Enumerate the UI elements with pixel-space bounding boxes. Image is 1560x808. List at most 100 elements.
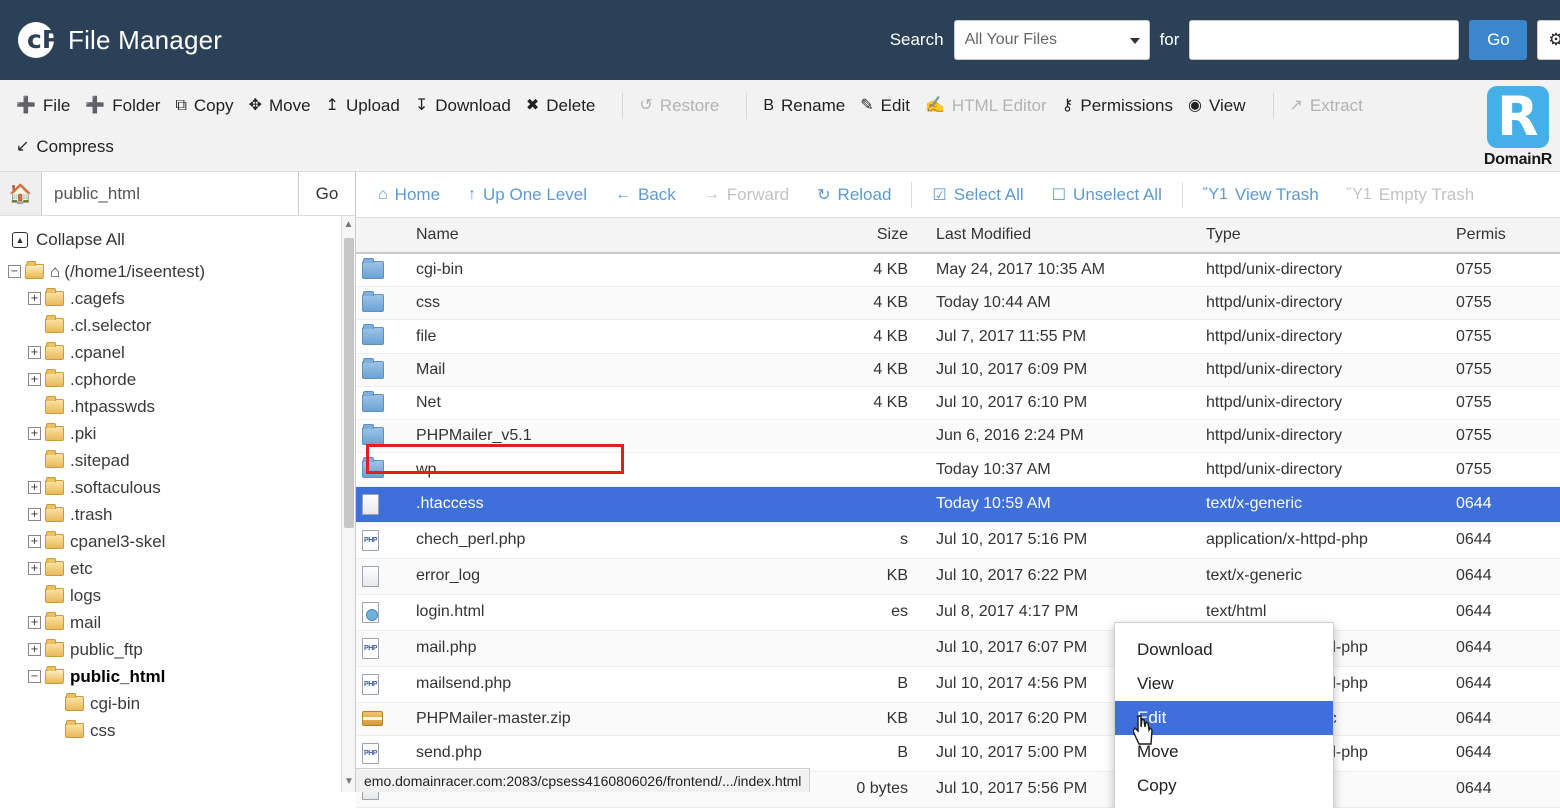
context-menu-item-copy[interactable]: Copy [1115,769,1333,803]
toolbar-button-restore: ↺ Restore [637,90,732,122]
tree-expander-icon[interactable]: + [28,643,41,656]
search-scope-select[interactable]: All Your Files [954,20,1150,60]
table-row[interactable]: Mail 4 KB Jul 10, 2017 6:09 PM httpd/unix-d… [356,353,1560,386]
collapse-all-label: Collapse All [36,230,125,250]
folder-icon [45,399,64,414]
tree-item-.cpanel[interactable]: + .cpanel [8,339,355,366]
table-row[interactable]: wp Today 10:37 AM httpd/unix-directory 0755 [356,453,1560,486]
context-menu-item-view[interactable]: View [1115,667,1333,701]
nav-button-reload[interactable]: ↻ Reload [803,185,905,205]
file-permissions-cell: 0644 [1450,594,1560,630]
table-row[interactable]: mailsend.phpBJul 10, 2017 4:56 PMapplica… [356,666,1560,702]
nav-button-unselect-all[interactable]: ☐ Unselect All [1038,185,1176,205]
tree-item-.trash[interactable]: + .trash [8,501,355,528]
tree-expander-icon[interactable]: + [28,346,41,359]
tree-expander-icon[interactable]: + [28,616,41,629]
tree-item-label: css [90,721,116,741]
nav-button-up-one-level[interactable]: ↑ Up One Level [454,185,601,205]
column-type[interactable]: Type [1200,218,1450,253]
plus-icon: ➕ [16,98,36,114]
table-row[interactable]: send.phpBJul 10, 2017 5:00 PMapplication… [356,735,1560,771]
tree-expander-icon[interactable]: − [28,670,41,683]
settings-button[interactable]: ⚙ S [1537,20,1560,60]
tree-item-.cl.selector[interactable]: .cl.selector [8,312,355,339]
toolbar-button-download[interactable]: ↧ Download [413,90,524,122]
tree-item-label: .sitepad [70,451,130,471]
context-menu-item-download[interactable]: Download [1115,633,1333,667]
tree-item-public_html[interactable]: − public_html [8,663,355,690]
nav-button-view-trash[interactable]: Ὕ1 View Trash [1189,185,1333,205]
tree-expander-icon[interactable]: + [28,481,41,494]
nav-button-back[interactable]: ← Back [601,185,690,205]
collapse-all-button[interactable]: ▲ Collapse All [0,216,355,258]
table-row[interactable]: .htaccess Today 10:59 AM text/x-generic 064… [356,486,1560,522]
table-row[interactable]: mail.phpJul 10, 2017 6:07 PMapplication/… [356,630,1560,666]
tree-item-.cphorde[interactable]: + .cphorde [8,366,355,393]
table-row[interactable]: css 4 KB Today 10:44 AM httpd/unix-director… [356,287,1560,320]
tree-item-.pki[interactable]: + .pki [8,420,355,447]
tree-item-mail[interactable]: + mail [8,609,355,636]
folder-icon [45,318,64,333]
tree-item-.sitepad[interactable]: .sitepad [8,447,355,474]
table-row[interactable]: error_log KB Jul 10, 2017 6:22 PM text/x-ge… [356,558,1560,594]
toolbar-button-compress[interactable]: ↙ Compress [14,131,127,163]
file-name-cell: Mail [410,353,810,386]
copy-icon: ⧉ [175,98,186,114]
table-row[interactable]: login.html es Jul 8, 2017 4:17 PM text/html… [356,594,1560,630]
home-icon[interactable]: 🏠 [0,172,42,215]
php-file-icon [362,674,379,695]
scrollbar-thumb[interactable] [344,238,354,528]
table-row[interactable]: file 4 KB Jul 7, 2017 11:55 PM httpd/unix-d… [356,320,1560,353]
column-permissions[interactable]: Permis [1450,218,1560,253]
tree-item-etc[interactable]: + etc [8,555,355,582]
path-go-button[interactable]: Go [299,172,355,215]
search-input[interactable] [1189,20,1459,60]
tree-item-css[interactable]: css [8,717,355,744]
toolbar-button-folder[interactable]: ➕ Folder [83,90,173,122]
file-permissions-cell: 0644 [1450,486,1560,522]
tree-expander-icon[interactable]: − [8,265,21,278]
toolbar-button-rename[interactable]: ὜B Rename [761,90,858,122]
tree-item-.cagefs[interactable]: + .cagefs [8,285,355,312]
toolbar-button-file[interactable]: ➕ File [14,90,83,122]
tree-expander-icon[interactable]: + [28,535,41,548]
table-row[interactable]: PHPMailer-master.zip KB Jul 10, 2017 6:20 … [356,702,1560,735]
nav-button-select-all[interactable]: ☑ Select All [918,185,1037,205]
column-modified[interactable]: Last Modified [930,218,1200,253]
table-row[interactable]: cgi-bin 4 KB May 24, 2017 10:35 AM httpd/un… [356,253,1560,287]
action-toolbar-row-1: ➕ File ➕ Folder ⧉ Copy ✥ Move ↥ Upload ↧ Download ✖ D… [14,90,1546,122]
tree-item-.htpasswds[interactable]: .htpasswds [8,393,355,420]
toolbar-button-view[interactable]: ◉ View [1186,90,1259,122]
sidebar-scrollbar[interactable]: ▲ ▼ [341,216,355,792]
file-size-cell: 4 KB [810,320,930,353]
path-input[interactable] [42,172,299,215]
file-permissions-cell: 0755 [1450,287,1560,320]
tree-item-home1iseentest[interactable]: − ⌂ (/home1/iseentest) [8,258,355,285]
scroll-down-icon[interactable]: ▼ [342,773,356,790]
tree-expander-icon[interactable]: + [28,427,41,440]
table-row[interactable]: PHPMailer_v5.1 Jun 6, 2016 2:24 PM httpd/u… [356,420,1560,453]
tree-expander-icon[interactable]: + [28,562,41,575]
search-go-button[interactable]: Go [1469,20,1527,60]
tree-item-cgi-bin[interactable]: cgi-bin [8,690,355,717]
tree-item-cpanel3-skel[interactable]: + cpanel3-skel [8,528,355,555]
column-name[interactable]: Name [410,218,810,253]
toolbar-button-move[interactable]: ✥ Move [247,90,324,122]
toolbar-button-copy[interactable]: ⧉ Copy [173,90,246,122]
tree-item-.softaculous[interactable]: + .softaculous [8,474,355,501]
toolbar-button-upload[interactable]: ↥ Upload [324,90,413,122]
tree-item-public_ftp[interactable]: + public_ftp [8,636,355,663]
toolbar-button-permissions[interactable]: ⚷ Permissions [1060,90,1186,122]
toolbar-button-delete[interactable]: ✖ Delete [524,90,609,122]
tree-expander-icon[interactable]: + [28,292,41,305]
table-row[interactable]: Net 4 KB Jul 10, 2017 6:10 PM httpd/unix-di… [356,386,1560,419]
tree-item-logs[interactable]: logs [8,582,355,609]
tree-expander-icon[interactable]: + [28,508,41,521]
nav-button-home[interactable]: ⌂ Home [364,185,454,205]
toolbar-button-edit[interactable]: ✎ Edit [858,90,923,122]
column-size[interactable]: Size [810,218,930,253]
tree-expander-icon[interactable]: + [28,373,41,386]
context-menu-item-rename[interactable]: Rename [1115,803,1333,808]
scroll-up-icon[interactable]: ▲ [342,216,355,233]
table-row[interactable]: chech_perl.phpsJul 10, 2017 5:16 PMappli… [356,522,1560,558]
